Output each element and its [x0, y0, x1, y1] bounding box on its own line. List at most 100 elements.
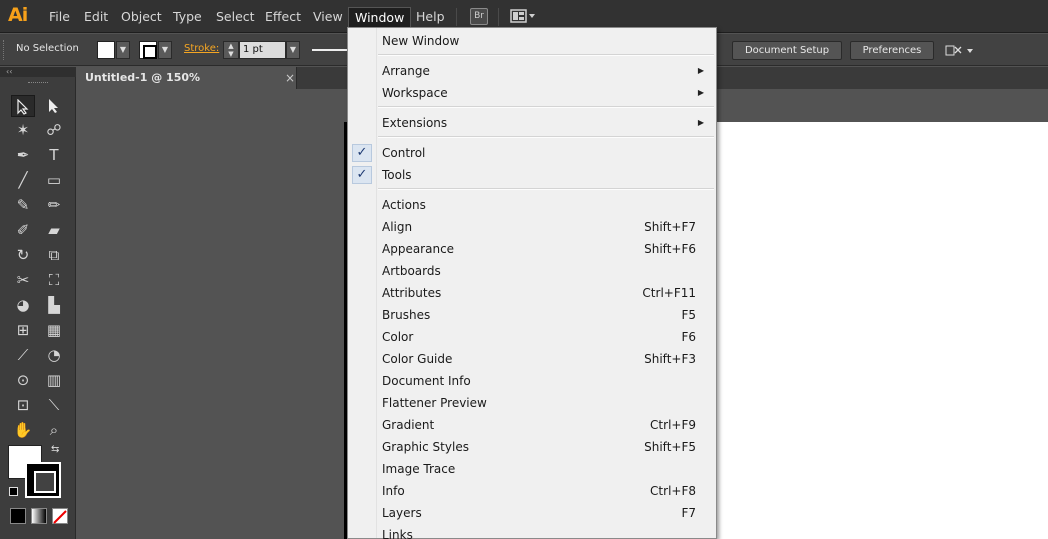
menu-item-label: Artboards — [382, 264, 441, 278]
menu-type[interactable]: Type — [167, 7, 208, 27]
menu-item-label: Extensions — [382, 116, 448, 130]
fill-dropdown-arrow[interactable]: ▼ — [116, 41, 130, 59]
rectangle-tool-icon[interactable]: ▭ — [42, 169, 66, 191]
menu-item-flattener-preview[interactable]: Flattener Preview — [348, 392, 716, 414]
collapse-panel-icon[interactable]: ‹‹ — [0, 67, 76, 77]
panel-grip[interactable] — [28, 82, 48, 84]
fill-swatch[interactable] — [97, 41, 115, 59]
symbol-sprayer-tool-icon[interactable]: ⊙ — [11, 369, 35, 391]
artboard-tool-icon[interactable]: ⊡ — [11, 394, 35, 416]
menu-item-workspace[interactable]: Workspace ▶ — [348, 82, 716, 104]
preferences-button[interactable]: Preferences — [850, 41, 934, 60]
free-transform-tool-icon[interactable]: ⛶ — [42, 269, 66, 291]
document-tab[interactable]: Untitled-1 @ 150% (CMYK/Preview) — [76, 67, 297, 106]
panel-options-icon[interactable] — [945, 44, 975, 58]
menu-item-gradient[interactable]: Gradient Ctrl+F9 — [348, 414, 716, 436]
direct-selection-tool-icon[interactable] — [42, 95, 66, 117]
menu-view[interactable]: View — [307, 7, 349, 27]
menu-item-label: Graphic Styles — [382, 440, 469, 454]
stroke-weight-field[interactable]: 1 pt — [239, 41, 286, 59]
menu-item-links[interactable]: Links — [348, 524, 716, 539]
stroke-color-swatch[interactable] — [25, 462, 61, 498]
menu-item-actions[interactable]: Actions — [348, 194, 716, 216]
menu-item-label: Flattener Preview — [382, 396, 487, 410]
menu-item-brushes[interactable]: Brushes F5 — [348, 304, 716, 326]
swap-fill-stroke-icon[interactable]: ⇆ — [51, 444, 59, 455]
gradient-mode-button[interactable] — [31, 508, 47, 524]
panel-grip[interactable] — [3, 40, 6, 60]
default-colors-icon[interactable] — [9, 487, 18, 496]
slice-tool-icon[interactable]: ⟍ — [42, 394, 66, 416]
selection-tool-icon[interactable] — [11, 95, 35, 117]
submenu-arrow-icon: ▶ — [697, 118, 704, 127]
menu-item-new-window[interactable]: New Window — [348, 30, 716, 52]
perspective-grid-tool-icon[interactable]: ▙ — [42, 294, 66, 316]
menu-item-label: Layers — [382, 506, 422, 520]
menu-window[interactable]: Window — [348, 7, 412, 28]
bridge-button[interactable]: Br — [470, 8, 488, 25]
arrange-documents-button[interactable] — [510, 9, 538, 24]
stroke-swatch[interactable] — [139, 41, 157, 59]
menu-item-label: Links — [382, 528, 413, 539]
menu-effect[interactable]: Effect — [259, 7, 307, 27]
pencil-tool-icon[interactable]: ✏ — [42, 194, 66, 216]
menu-item-control[interactable]: ✓ Control — [348, 142, 716, 164]
magic-wand-tool-icon[interactable]: ✶ — [11, 119, 35, 141]
menu-item-attributes[interactable]: Attributes Ctrl+F11 — [348, 282, 716, 304]
menu-item-label: Actions — [382, 198, 426, 212]
blob-brush-tool-icon[interactable]: ✐ — [11, 219, 35, 241]
menu-item-color-guide[interactable]: Color Guide Shift+F3 — [348, 348, 716, 370]
menu-item-artboards[interactable]: Artboards — [348, 260, 716, 282]
menu-item-layers[interactable]: Layers F7 — [348, 502, 716, 524]
pen-tool-icon[interactable]: ✒ — [11, 144, 35, 166]
menu-item-tools[interactable]: ✓ Tools — [348, 164, 716, 186]
menu-item-shortcut: Ctrl+F9 — [650, 418, 696, 432]
align-options-icon — [945, 45, 973, 56]
menu-item-appearance[interactable]: Appearance Shift+F6 — [348, 238, 716, 260]
menu-item-align[interactable]: Align Shift+F7 — [348, 216, 716, 238]
blend-tool-icon[interactable]: ◔ — [42, 344, 66, 366]
rotate-tool-icon[interactable]: ↻ — [11, 244, 35, 266]
menu-item-graphic-styles[interactable]: Graphic Styles Shift+F5 — [348, 436, 716, 458]
menu-item-shortcut: Shift+F5 — [644, 440, 696, 454]
menu-item-arrange[interactable]: Arrange ▶ — [348, 60, 716, 82]
menu-separator — [378, 136, 714, 138]
menu-help[interactable]: Help — [410, 7, 451, 27]
eraser-tool-icon[interactable]: ▰ — [42, 219, 66, 241]
document-setup-button[interactable]: Document Setup — [732, 41, 842, 60]
menu-item-label: Image Trace — [382, 462, 456, 476]
menu-object[interactable]: Object — [115, 7, 168, 27]
close-tab-icon[interactable]: × — [285, 67, 295, 89]
menu-item-label: Gradient — [382, 418, 435, 432]
column-graph-tool-icon[interactable]: ▥ — [42, 369, 66, 391]
mesh-tool-icon[interactable]: ⊞ — [11, 319, 35, 341]
none-mode-button[interactable] — [52, 508, 68, 524]
menu-file[interactable]: File — [43, 7, 76, 27]
gradient-tool-icon[interactable]: ▦ — [42, 319, 66, 341]
lasso-tool-icon[interactable]: ☍ — [42, 119, 66, 141]
paintbrush-tool-icon[interactable]: ✎ — [11, 194, 35, 216]
variable-width-profile[interactable] — [310, 41, 350, 59]
menu-item-document-info[interactable]: Document Info — [348, 370, 716, 392]
color-mode-button[interactable] — [10, 508, 26, 524]
width-tool-icon[interactable]: ✂ — [11, 269, 35, 291]
shape-builder-tool-icon[interactable]: ◕ — [11, 294, 35, 316]
stroke-label[interactable]: Stroke: — [184, 43, 219, 54]
menu-select[interactable]: Select — [210, 7, 261, 27]
artboard[interactable] — [716, 122, 1048, 539]
stroke-weight-stepper[interactable]: ▲ ▼ — [223, 41, 239, 59]
eyedropper-tool-icon[interactable]: ⟋ — [11, 344, 35, 366]
stroke-dropdown-arrow[interactable]: ▼ — [158, 41, 172, 59]
zoom-tool-icon[interactable]: ⌕ — [42, 419, 66, 441]
menu-item-color[interactable]: Color F6 — [348, 326, 716, 348]
hand-tool-icon[interactable]: ✋ — [11, 419, 35, 441]
menu-item-image-trace[interactable]: Image Trace — [348, 458, 716, 480]
line-segment-tool-icon[interactable]: ╱ — [11, 169, 35, 191]
menu-edit[interactable]: Edit — [78, 7, 114, 27]
type-tool-icon[interactable]: T — [42, 144, 66, 166]
checkmark-icon: ✓ — [352, 166, 372, 184]
stroke-weight-dropdown[interactable]: ▼ — [286, 41, 300, 59]
scale-tool-icon[interactable]: ⧉ — [42, 244, 66, 266]
menu-item-info[interactable]: Info Ctrl+F8 — [348, 480, 716, 502]
menu-item-extensions[interactable]: Extensions ▶ — [348, 112, 716, 134]
